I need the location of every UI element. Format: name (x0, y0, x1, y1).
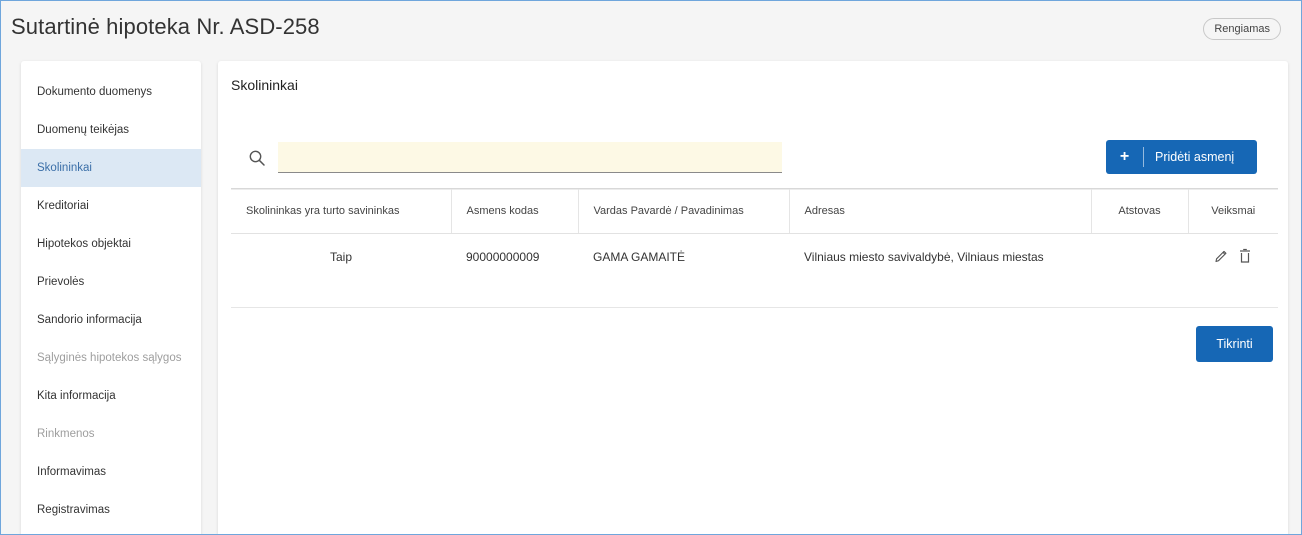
plus-icon: + (1106, 147, 1144, 167)
sidebar-item-kreditoriai[interactable]: Kreditoriai (21, 187, 201, 225)
delete-icon[interactable] (1238, 248, 1252, 264)
row-actions (1214, 248, 1252, 264)
search-icon (249, 150, 265, 166)
add-person-button-label: Pridėti asmenį (1155, 150, 1235, 164)
section-title: Skolininkai (231, 77, 298, 93)
page-header: Sutartinė hipoteka Nr. ASD-258 Rengiamas (1, 1, 1301, 47)
sidebar-item-salygines-hipotekos-salygos: Sąlyginės hipotekos sąlygos (37, 352, 182, 364)
add-person-button[interactable]: + Pridėti asmenį (1106, 140, 1257, 174)
sidebar-item-hipotekos-objektai[interactable]: Hipotekos objektai (21, 225, 201, 263)
sidebar-item-duomenu-teikejas[interactable]: Duomenų teikėjas (21, 111, 201, 149)
app-window: Sutartinė hipoteka Nr. ASD-258 Rengiamas… (0, 0, 1302, 535)
column-header-address: Adresas (788, 188, 1091, 234)
cell-representative (1091, 234, 1188, 281)
sidebar-item-rinkmenos: Rinkmenos (37, 428, 95, 440)
column-header-owner: Skolininkas yra turto savininkas (231, 188, 451, 234)
column-header-actions: Veiksmai (1187, 188, 1278, 234)
sidebar-item-registravimas[interactable]: Registravimas (21, 491, 201, 529)
cell-address: Vilniaus miesto savivaldybė, Vilniaus mi… (804, 250, 1044, 265)
sidebar-item-kita-informacija[interactable]: Kita informacija (21, 377, 201, 415)
sidebar-item-skolininkai[interactable]: Skolininkai (21, 149, 201, 187)
table-header-row: Skolininkas yra turto savininkas Asmens … (231, 188, 1278, 234)
main-panel: Skolininkai + Pridėti asmenį Skolininkas… (218, 61, 1288, 534)
cell-code: 90000000009 (466, 250, 540, 265)
sidebar: Dokumento duomenys Duomenų teikėjas Skol… (21, 61, 201, 534)
check-button[interactable]: Tikrinti (1196, 326, 1273, 362)
cell-name: GAMA GAMAITĖ (593, 250, 686, 265)
column-header-code: Asmens kodas (450, 188, 578, 234)
sidebar-item-prievoles[interactable]: Prievolės (21, 263, 201, 301)
search-input[interactable] (278, 142, 782, 173)
edit-icon[interactable] (1214, 248, 1228, 264)
debtors-table: Skolininkas yra turto savininkas Asmens … (231, 188, 1278, 308)
table-footer-spacer (231, 280, 1278, 308)
sidebar-item-informavimas[interactable]: Informavimas (21, 453, 201, 491)
table-row: Taip 90000000009 GAMA GAMAITĖ Vilniaus m… (231, 234, 1278, 281)
status-badge: Rengiamas (1203, 18, 1281, 40)
cell-owner: Taip (329, 250, 352, 265)
sidebar-item-sandorio-informacija[interactable]: Sandorio informacija (21, 301, 201, 339)
sidebar-item-dokumento-duomenys[interactable]: Dokumento duomenys (21, 73, 201, 111)
cell-actions (1188, 234, 1278, 281)
page-title: Sutartinė hipoteka Nr. ASD-258 (11, 14, 320, 39)
column-header-name: Vardas Pavardė / Pavadinimas (577, 188, 789, 234)
column-header-representative: Atstovas (1090, 188, 1188, 234)
